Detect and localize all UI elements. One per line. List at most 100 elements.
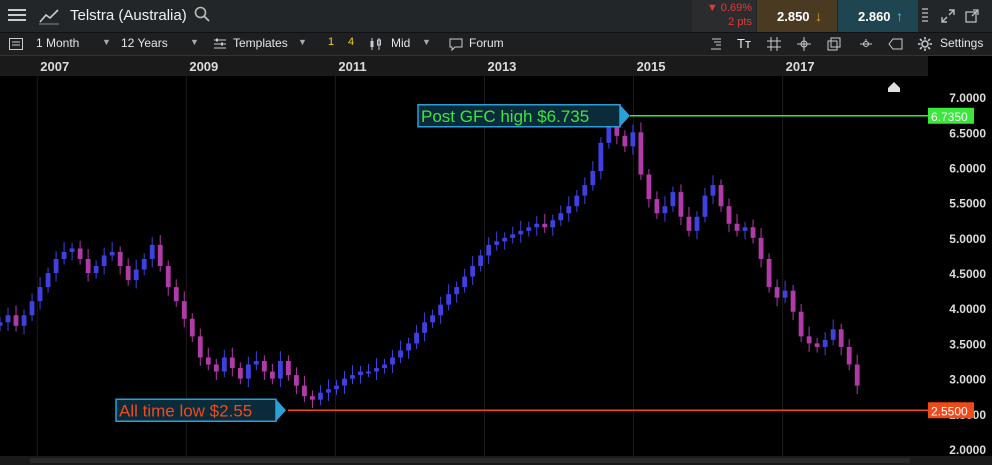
menu-icon[interactable] [6,6,28,26]
candle-body [678,192,684,217]
candle-body [197,336,203,358]
candle-body [133,269,139,281]
candle-body [173,287,179,302]
y-tick-label: 7.0000 [949,91,986,105]
candle-body [406,343,411,351]
drawing-icon[interactable] [708,36,724,52]
candle-body [806,336,812,344]
line-chart-icon[interactable] [38,6,60,26]
y-tick-label: 6.5000 [949,126,986,140]
candle-body [45,273,51,288]
chart-navigator[interactable] [0,456,992,465]
candle-body [550,220,556,228]
price-type-select[interactable]: Mid [391,36,410,50]
candle-body [518,230,524,235]
candle-body [790,290,796,312]
dropdown-icon[interactable]: ▼ [422,37,431,47]
arrow-down-icon: ↓ [815,8,822,24]
sell-button[interactable]: 2.850 ↓ [757,0,837,32]
candle-body [430,315,436,323]
layout-1-button[interactable]: 1 [328,36,334,48]
text-icon[interactable]: Tт [737,36,751,51]
candle-body [109,251,115,256]
chart-toolbar: 1 Month ▼ 12 Years ▼ Templates ▼ 1 4 Mid… [0,33,992,56]
eraser-icon[interactable] [888,36,904,52]
candle-body [718,185,724,207]
low-annotation-text: All time low $2.55 [119,401,252,420]
candle-body [702,195,708,217]
candle-body [165,266,171,288]
candle-body [366,371,371,374]
forum-button[interactable]: Forum [469,36,504,50]
cursor-icon[interactable] [858,36,874,52]
clone-icon[interactable] [826,36,842,52]
top-bar: Telstra (Australia) ▼ 0.69% 2 pts 2.850 … [0,0,992,33]
y-tick-label: 3.5000 [949,337,986,351]
grid-icon[interactable] [766,36,782,52]
navigator-scrollbar[interactable] [30,458,910,463]
change-box: ▼ 0.69% 2 pts [692,0,756,32]
candle-body [205,357,211,365]
candle-body [758,237,764,259]
buy-button[interactable]: 2.860 ↑ [838,0,918,32]
x-tick-label: 2009 [189,59,218,74]
candle-body [630,132,636,147]
candle-body [646,174,652,200]
gear-icon[interactable] [917,36,933,52]
symbol-name[interactable]: Telstra (Australia) [70,7,187,24]
candle-body [221,357,227,372]
candle-body [261,361,267,372]
high-annotation-text: Post GFC high $6.735 [421,107,589,126]
candle-body [558,213,564,221]
change-points: 2 pts [728,16,752,28]
layout-icon[interactable] [8,36,24,52]
candle-body [686,216,692,231]
price-tag-label: 6.7350 [931,110,968,124]
y-tick-label: 3.0000 [949,373,986,387]
change-percent: ▼ 0.69% [706,2,752,14]
candle-body [358,371,363,376]
candle-body [438,304,444,316]
candle-body [390,357,395,365]
candle-body [414,332,419,344]
candle-body [141,258,147,270]
drag-handle-icon[interactable] [922,6,932,26]
popout-icon[interactable] [964,8,980,24]
dropdown-icon[interactable]: ▼ [102,37,111,47]
candle-body [157,244,163,266]
settings-button[interactable]: Settings [940,36,983,50]
candle-body [318,392,323,400]
candle-body [774,287,780,298]
dropdown-icon[interactable]: ▼ [190,37,199,47]
candle-body [342,378,347,386]
templates-button[interactable]: Templates [233,36,288,50]
candle-body [478,255,484,266]
candle-body [125,266,131,281]
price-chart[interactable]: 2007200920112013201520172.00002.50003.00… [0,56,992,456]
candle-body [422,322,427,333]
search-icon[interactable] [194,6,210,22]
crosshair-icon[interactable] [796,36,812,52]
candle-body [534,223,540,228]
candle-body [854,364,860,386]
candle-body [574,195,580,207]
dropdown-icon[interactable]: ▼ [298,37,307,47]
candle-body [181,301,187,319]
buy-price: 2.860 [858,9,891,24]
candle-body [334,385,339,390]
candle-body [838,329,844,347]
y-tick-label: 2.0000 [949,443,986,456]
interval-select[interactable]: 1 Month [36,36,79,50]
candle-body [245,364,251,379]
layout-4-button[interactable]: 4 [348,36,354,48]
y-tick-label: 4.0000 [949,302,986,316]
candle-body [149,244,155,259]
candle-body [213,364,219,372]
range-select[interactable]: 12 Years [121,36,168,50]
expand-icon[interactable] [940,8,956,24]
x-tick-label: 2011 [338,59,366,74]
candle-body [269,371,275,379]
candle-body [294,375,299,386]
candle-body [502,237,508,242]
candle-body [526,227,532,231]
